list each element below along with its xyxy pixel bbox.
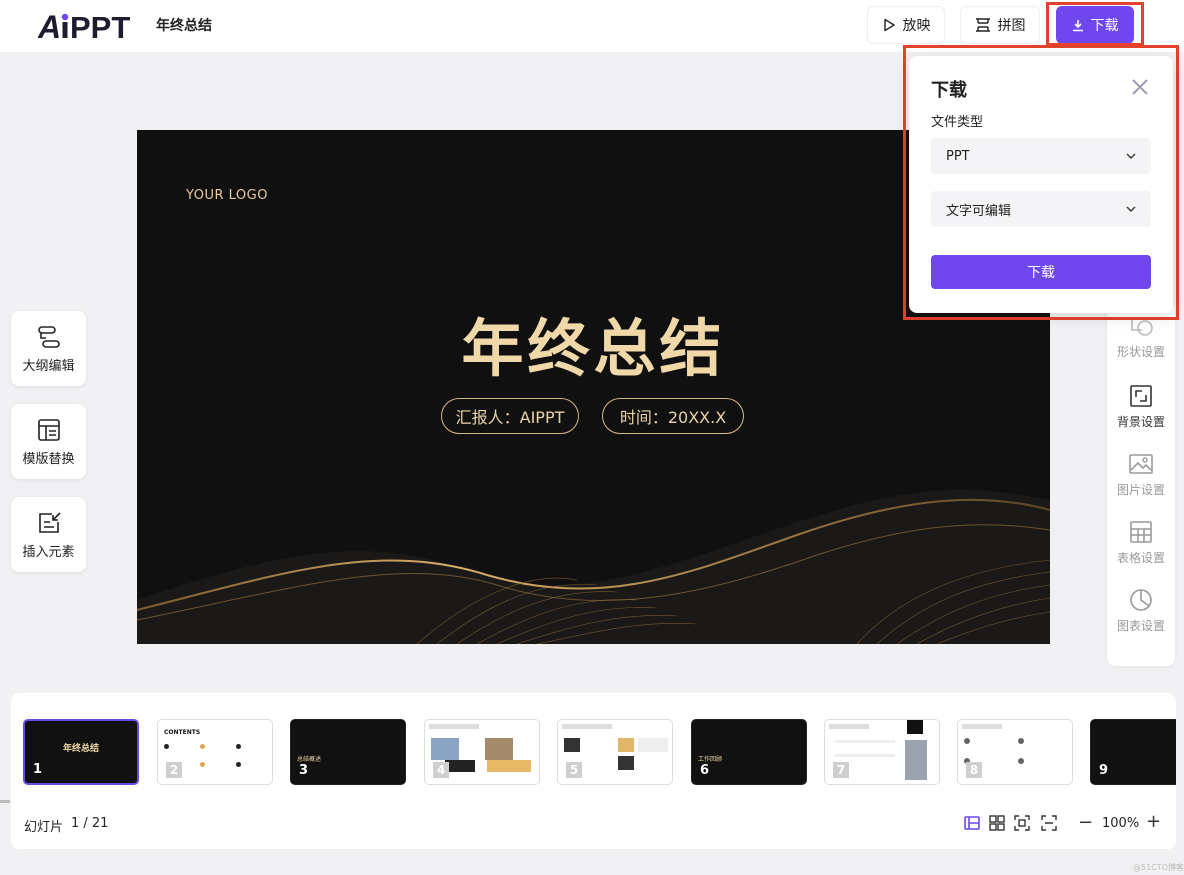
slide-count: 1 / 21	[71, 816, 109, 831]
template-replace-label: 模版替换	[22, 451, 75, 467]
fullscreen-icon[interactable]	[1040, 814, 1058, 832]
template-replace-button[interactable]: 模版替换	[11, 404, 86, 479]
fit-screen-icon[interactable]	[1013, 814, 1031, 832]
play-button[interactable]: 放映	[867, 6, 945, 44]
time-pill[interactable]: 时间：20XX.X	[602, 398, 744, 434]
slide-count-label: 幻灯片	[24, 820, 64, 835]
watermark: @51CTO博客	[1133, 863, 1184, 872]
thumbnail-slide-6[interactable]: 工作回顾 6	[691, 719, 807, 785]
thumbnail-title: 工作回顾	[698, 756, 723, 763]
thumbnail-number: 9	[1099, 763, 1109, 778]
zoom-out-button[interactable]: −	[1078, 812, 1093, 833]
outline-edit-button[interactable]: 大纲编辑	[11, 311, 86, 386]
thumbnail-title: CONTENTS	[164, 729, 201, 736]
chart-settings-label: 图表设置	[1116, 619, 1165, 633]
download-submit-button[interactable]: 下载	[931, 255, 1151, 289]
thumbnail-slide-3[interactable]: 总结概述 3	[290, 719, 406, 785]
table-icon	[1130, 521, 1152, 543]
thumbnail-number: 4	[433, 762, 449, 778]
right-settings-panel: 形状设置 背景设置 图片设置 表格设置 图表设置	[1107, 302, 1175, 666]
thumbnail-slide-5[interactable]: 5	[557, 719, 673, 785]
thumbnail-slide-2[interactable]: CONTENTS 2	[157, 719, 273, 785]
image-settings-label: 图片设置	[1116, 483, 1165, 497]
outline-icon	[37, 325, 60, 348]
file-type-select[interactable]: PPT	[931, 138, 1151, 174]
thumbnail-number: 6	[700, 763, 710, 778]
background-icon	[1130, 385, 1152, 407]
thumbnail-slide-8[interactable]: 8	[957, 719, 1073, 785]
grid-view-icon[interactable]	[988, 814, 1006, 832]
insert-element-label: 插入元素	[22, 544, 75, 560]
edit-mode-select[interactable]: 文字可编辑	[931, 191, 1151, 227]
puzzle-button[interactable]: 拼图	[960, 6, 1040, 44]
thumbnail-list: 年终总结 1 CONTENTS 2 总结概述 3 4 5 工作回顾 6 7 8 …	[23, 719, 1176, 785]
thumbnail-number: 7	[833, 762, 849, 778]
document-title[interactable]: 年终总结	[156, 15, 212, 35]
highlight-box-download-button	[1046, 2, 1144, 46]
play-label: 放映	[902, 18, 931, 34]
slide-logo-text[interactable]: YOUR LOGO	[186, 188, 268, 203]
template-icon	[37, 418, 60, 441]
shape-settings-label: 形状设置	[1116, 345, 1165, 359]
slide-strip-panel: 年终总结 1 CONTENTS 2 总结概述 3 4 5 工作回顾 6 7 8 …	[11, 693, 1176, 849]
chart-settings-button[interactable]: 图表设置	[1107, 588, 1175, 634]
thumbnail-title: 年终总结	[62, 744, 99, 754]
thumbnail-slide-4[interactable]: 4	[424, 719, 540, 785]
insert-element-button[interactable]: 插入元素	[11, 497, 86, 572]
normal-view-icon[interactable]	[963, 814, 981, 832]
image-icon	[1129, 454, 1153, 474]
thumbnail-slide-7[interactable]: 7	[824, 719, 940, 785]
chevron-down-icon	[1126, 153, 1136, 159]
aippt-logo[interactable]: A PPT	[38, 9, 146, 43]
chevron-down-icon	[1126, 206, 1136, 212]
file-type-value: PPT	[946, 148, 970, 164]
zoom-in-button[interactable]: +	[1146, 811, 1161, 832]
reporter-pill[interactable]: 汇报人：AIPPT	[441, 398, 579, 434]
svg-text:A: A	[38, 9, 61, 43]
download-popup: 下载 文件类型 PPT 文字可编辑 下载	[909, 56, 1173, 313]
thumbnail-title: 总结概述	[297, 756, 322, 763]
chart-icon	[1130, 589, 1152, 611]
thumbnail-slide-9[interactable]: 9	[1090, 719, 1176, 785]
file-type-label: 文件类型	[931, 115, 984, 130]
thumbnail-number: 5	[566, 762, 582, 778]
edit-mode-value: 文字可编辑	[946, 203, 1012, 219]
horizontal-scrollbar[interactable]	[0, 800, 10, 803]
download-popup-title: 下载	[931, 80, 967, 101]
thumbnail-number: 3	[299, 763, 309, 778]
table-settings-button[interactable]: 表格设置	[1107, 520, 1175, 566]
table-settings-label: 表格设置	[1116, 551, 1165, 565]
background-settings-label: 背景设置	[1116, 415, 1165, 429]
svg-text:PPT: PPT	[70, 10, 130, 43]
shape-settings-button[interactable]: 形状设置	[1107, 318, 1175, 360]
image-settings-button[interactable]: 图片设置	[1107, 452, 1175, 498]
zoom-level: 100%	[1102, 816, 1140, 831]
puzzle-icon	[975, 18, 990, 32]
thumbnail-number: 2	[166, 762, 182, 778]
thumbnail-slide-1[interactable]: 年终总结 1	[23, 719, 139, 785]
shape-icon	[1131, 320, 1153, 336]
puzzle-label: 拼图	[997, 18, 1026, 34]
play-icon	[883, 18, 895, 32]
background-settings-button[interactable]: 背景设置	[1107, 384, 1175, 430]
thumbnail-number: 1	[33, 762, 43, 777]
insert-element-icon	[38, 511, 61, 533]
thumbnail-number: 8	[966, 762, 982, 778]
close-icon[interactable]	[1131, 78, 1149, 96]
outline-edit-label: 大纲编辑	[22, 358, 75, 374]
